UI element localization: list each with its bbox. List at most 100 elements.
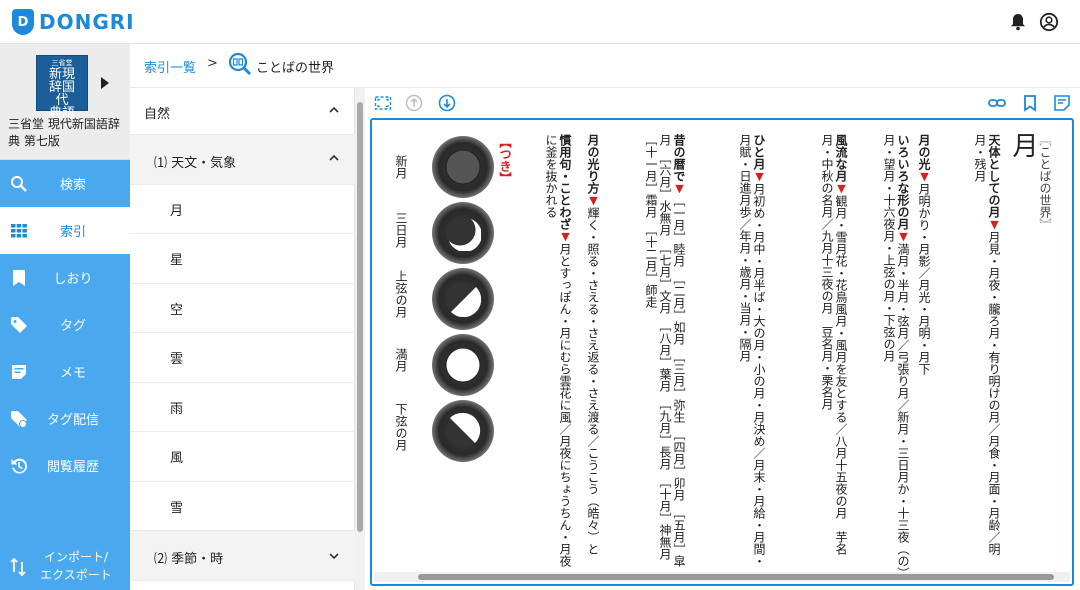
cover-title: 新現 辞国代 典語 [48, 67, 75, 121]
chevron-up-icon[interactable] [329, 105, 339, 115]
nav-memo[interactable]: メモ [0, 348, 130, 395]
tree-item-label: 風 [170, 451, 184, 466]
breadcrumb-current: ことばの世界 [256, 61, 335, 76]
entry-column: 月の光り方▼輝く・照る・さえる・さえ返る・さえ渡る／こうこう（皓々）と [586, 134, 600, 574]
memo-edit-icon[interactable] [1053, 94, 1071, 112]
scrollbar-thumb[interactable] [418, 574, 1054, 580]
index-tree: 自然 ⑴ 天文・気象 月 星 空 雲 雨 風 雪 ⑵ 季節・時 [130, 88, 355, 590]
nav-search[interactable]: 検索 [0, 160, 130, 207]
nav-label: タグ配信 [46, 413, 99, 428]
moon-phase-label: 三日月 [394, 212, 408, 248]
tree-subcategory-2[interactable]: ⑵ 季節・時 [130, 531, 355, 581]
triangle-marker-icon: ▼ [897, 230, 910, 243]
triangle-marker-icon: ▼ [587, 194, 600, 207]
side-nav: 検索 索引 しおり タグ メモ タグ配信 閲覧履歴 [0, 160, 130, 489]
entry-heading: 月の光 [917, 134, 931, 170]
bell-icon[interactable] [1008, 12, 1028, 32]
dictionary-selector[interactable]: 三省堂 新現 辞国代 典語 三省堂 現代新国語辞典 第七版 [0, 44, 130, 160]
nav-label: インポート/ エクスポート [40, 550, 112, 582]
nav-bookmarks[interactable]: しおり [0, 254, 130, 301]
bookmark-outline-icon[interactable] [1021, 94, 1039, 112]
nav-label: メモ [59, 366, 86, 381]
dictionary-page-viewer[interactable]: 〖ことばの世界〗 月 天体としての月▼月見・月夜・朧ろ月・有り明けの月／月食・月… [370, 118, 1074, 586]
triangle-marker-icon: ▼ [559, 230, 572, 243]
tree-item[interactable]: 雪 [130, 482, 355, 531]
import-export-icon [10, 558, 26, 576]
entry-heading: ひと月 [752, 134, 766, 170]
viewer-horizontal-scrollbar[interactable] [374, 572, 1070, 582]
fit-screen-icon[interactable] [374, 94, 392, 112]
tree-item-label: 雲 [170, 352, 184, 367]
account-icon[interactable] [1039, 12, 1059, 32]
tree-item[interactable]: 月 [130, 185, 355, 234]
tree-subcategory-label: ⑴ 天文・気象 [154, 156, 237, 171]
entry-body: 月明かり・月影／月光・月明・月下 [917, 183, 931, 375]
entry-column: 天体としての月▼月見・月夜・朧ろ月・有り明けの月／月食・月面・月齢／明月・残月 [973, 134, 1001, 574]
moon-phase-label: 上弦の月 [394, 270, 408, 318]
entry-column: 昔の暦で▼［一月］睦月 ［二月］如月 ［三月］弥生 ［四月］卯月 ［五月］皐月 … [644, 134, 686, 574]
tree-subcategory-1[interactable]: ⑴ 天文・気象 [130, 135, 355, 185]
last-quarter-moon-icon [432, 400, 494, 462]
tree-item[interactable]: 雨 [130, 383, 355, 432]
nav-import-export[interactable]: インポート/ エクスポート [0, 544, 130, 590]
triangle-marker-icon: ▼ [673, 182, 686, 195]
entry-column: 月の光▼月明かり・月影／月光・月明・月下 [917, 134, 931, 375]
tree-item-label: 月 [170, 204, 184, 219]
sidebar: 三省堂 新現 辞国代 典語 三省堂 現代新国語辞典 第七版 検索 索引 しおり … [0, 44, 130, 590]
new-moon-icon [432, 136, 494, 198]
entry-heading: 慣用句・ことわざ [558, 134, 572, 230]
book-search-icon [228, 52, 251, 75]
tree-item[interactable]: 星 [130, 234, 355, 284]
crescent-moon-icon [432, 202, 494, 264]
app-logo[interactable]: D DONGRI [12, 9, 135, 35]
viewer-toolbar [365, 88, 1080, 118]
arrow-down-circle-icon[interactable] [438, 94, 456, 112]
entry-column: 慣用句・ことわざ▼月とすっぽん・月にむら雲花に風／月夜にちょうちん・月夜に釜を抜… [544, 134, 572, 574]
first-quarter-moon-icon [432, 268, 494, 330]
entry-column: いろいろな形の月▼満月・半月・弦月／弓張り月／新月・三日月か・十三夜（の）月・望… [882, 134, 910, 574]
tree-item[interactable]: 雲 [130, 333, 355, 383]
tree-category-label: 自然 [144, 107, 171, 122]
play-arrow-icon[interactable] [101, 77, 109, 89]
entry-heading: 風流な月 [834, 134, 848, 182]
link-icon[interactable] [988, 94, 1006, 112]
nav-label: しおり [53, 272, 93, 287]
nav-label: タグ [59, 319, 86, 334]
tree-item-label: 雨 [170, 402, 184, 417]
tree-item[interactable]: 空 [130, 284, 355, 333]
chevron-down-icon[interactable] [329, 551, 339, 561]
arrow-up-circle-icon[interactable] [405, 94, 423, 112]
triangle-marker-icon: ▼ [835, 182, 848, 195]
triangle-marker-icon: ▼ [988, 218, 1001, 231]
nav-index[interactable]: 索引 [0, 207, 130, 254]
tree-scrollbar[interactable] [355, 88, 365, 590]
nav-history[interactable]: 閲覧履歴 [0, 442, 130, 489]
logo-text: DONGRI [39, 10, 135, 34]
moon-phase-label: 満月 [394, 348, 408, 372]
entry-heading: 昔の暦で [672, 134, 686, 182]
tree-item-label: 星 [170, 253, 184, 268]
full-moon-icon [432, 334, 494, 396]
entry-body: 輝く・照る・さえる・さえ返る・さえ渡る／こうこう（皓々）と [586, 207, 600, 555]
tree-category[interactable]: 自然 [130, 88, 355, 135]
section-label: 〖ことばの世界〗 [1038, 134, 1052, 230]
entry-heading: いろいろな形の月 [896, 134, 910, 230]
breadcrumb-separator: > [207, 56, 218, 71]
tree-item[interactable]: 風 [130, 432, 355, 482]
tree-subcategory-label: ⑵ 季節・時 [154, 552, 224, 567]
nav-label: 索引 [59, 225, 86, 240]
triangle-marker-icon: ▼ [918, 170, 931, 183]
entry-heading: 月の光り方 [586, 134, 600, 194]
triangle-marker-icon: ▼ [753, 170, 766, 183]
tree-item-label: 雪 [170, 501, 184, 516]
breadcrumb: 索引一覧 > ことばの世界 [130, 44, 1080, 88]
nav-label: 閲覧履歴 [46, 460, 99, 475]
headword: 月 [1008, 132, 1038, 158]
chevron-up-icon[interactable] [329, 153, 339, 163]
nav-tag-share[interactable]: タグ配信 [0, 395, 130, 442]
entry-body: 月初め・月中・月半ば・大の月・小の月・月決め／月末・月給・月間・月賦・日進月歩／… [738, 134, 766, 567]
nav-tags[interactable]: タグ [0, 301, 130, 348]
logo-badge-icon: D [12, 9, 34, 35]
scrollbar-thumb[interactable] [357, 102, 363, 532]
breadcrumb-root-link[interactable]: 索引一覧 [144, 57, 196, 76]
